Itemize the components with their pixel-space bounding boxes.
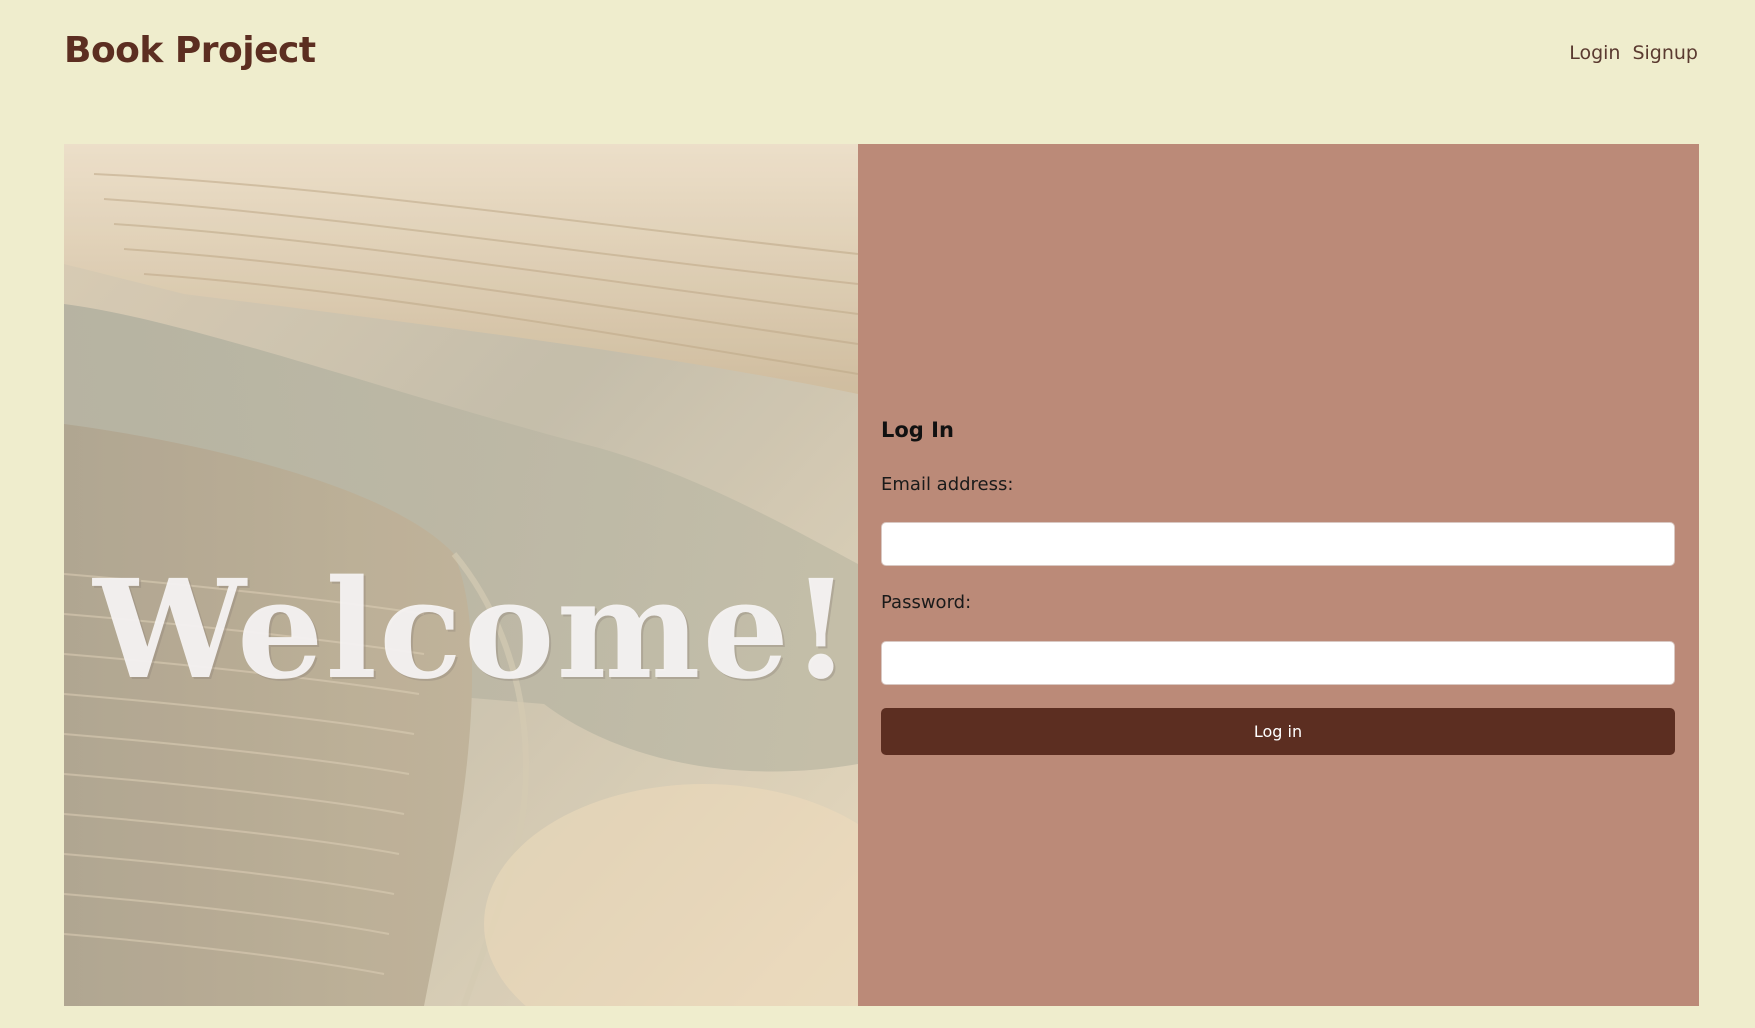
brand-title[interactable]: Book Project [64,30,316,71]
login-panel: Log In Email address: Password: Log in [858,144,1699,1006]
nav-signup-link[interactable]: Signup [1632,42,1698,64]
nav-login-link[interactable]: Login [1569,42,1620,64]
login-title: Log In [881,418,954,442]
top-nav: Login Signup [1569,42,1698,64]
welcome-headline: Welcome! [93,550,853,710]
hero-image: Welcome! [64,144,858,1006]
login-button[interactable]: Log in [881,708,1675,755]
email-label: Email address: [881,474,1014,495]
password-field[interactable] [881,641,1675,685]
email-field[interactable] [881,522,1675,566]
password-label: Password: [881,592,972,613]
